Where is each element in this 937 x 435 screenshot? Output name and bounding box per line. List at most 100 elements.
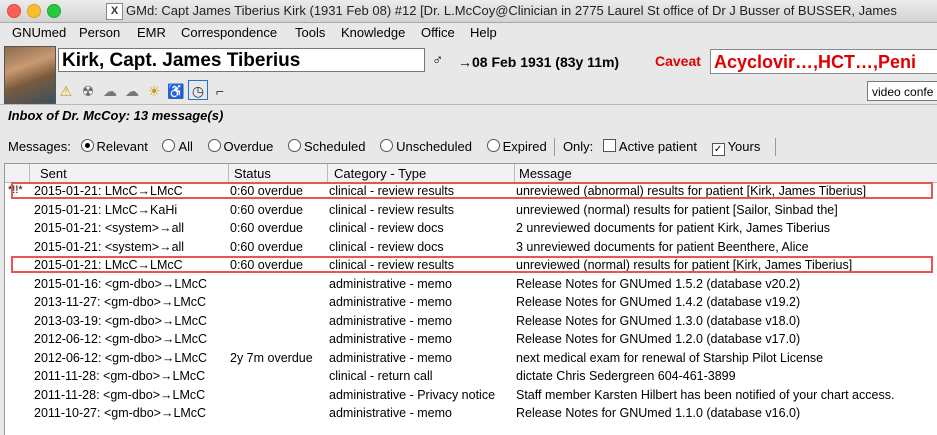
checkbox-icon[interactable] xyxy=(602,139,616,152)
menu-emr[interactable]: EMR xyxy=(137,25,166,40)
filter-overdue[interactable]: Overdue xyxy=(207,139,273,154)
column-category[interactable]: Category - Type xyxy=(334,166,426,181)
category-cell: clinical - review docs xyxy=(329,239,444,254)
zoom-window-button[interactable] xyxy=(47,4,61,18)
patient-status-icons: ⚠ ☢ ☁ ☁ ☀ ♿ ◷ ⌐ xyxy=(56,80,232,100)
message-cell: Staff member Karsten Hilbert has been no… xyxy=(516,387,895,402)
filter-scheduled[interactable]: Scheduled xyxy=(288,139,365,154)
filter-unscheduled[interactable]: Unscheduled xyxy=(380,139,472,154)
message-cell: next medical exam for renewal of Starshi… xyxy=(516,350,824,365)
menu-gnumed[interactable]: GNUmed xyxy=(12,25,66,40)
close-window-button[interactable] xyxy=(7,4,21,18)
status-cell: 0:60 overdue xyxy=(230,202,303,217)
patient-dob: →08 Feb 1931 (83y 11m) xyxy=(458,54,620,70)
column-divider xyxy=(327,164,328,182)
radio-icon[interactable] xyxy=(486,139,500,152)
message-cell: Release Notes for GNUmed 1.2.0 (database… xyxy=(516,332,801,346)
sent-cell: 2011-10-27: <gm-dbo>→LMcC xyxy=(34,406,207,420)
table-row[interactable]: 2013-11-27: <gm-dbo>→LMcC administrative … xyxy=(5,294,937,312)
menu-knowledge[interactable]: Knowledge xyxy=(341,25,405,40)
column-status[interactable]: Status xyxy=(234,166,271,181)
message-cell: 3 unreviewed documents for patient Beent… xyxy=(516,239,809,254)
radio-icon[interactable] xyxy=(207,139,221,152)
divider xyxy=(554,138,556,156)
category-cell: clinical - review docs xyxy=(329,221,444,235)
wheelchair-icon[interactable]: ♿ xyxy=(166,81,186,101)
radio-icon[interactable] xyxy=(380,139,394,152)
table-header: Sent Status Category - Type Message xyxy=(5,164,937,183)
column-divider xyxy=(228,164,229,182)
table-row[interactable]: 2011-10-27: <gm-dbo>→LMcC administrative … xyxy=(5,405,937,423)
table-row[interactable]: 2015-01-21: <system>→all 0:60 overdue clin… xyxy=(5,239,937,257)
message-list[interactable]: Sent Status Category - Type Message *!!*… xyxy=(4,163,937,435)
table-row[interactable]: 2011-11-28: <gm-dbo>→LMcC clinical - retu… xyxy=(5,368,937,386)
category-cell: administrative - memo xyxy=(329,313,452,328)
caveat-field[interactable]: Acyclovir…,HCT…,Peni xyxy=(710,49,937,74)
menu-tools[interactable]: Tools xyxy=(295,25,325,40)
menu-help[interactable]: Help xyxy=(470,25,497,40)
table-row[interactable]: 2015-01-21: LMcC→KaHi 0:60 overdue clinica… xyxy=(5,202,937,220)
clock-icon[interactable]: ◷ xyxy=(188,80,208,100)
category-cell: clinical - review results xyxy=(329,202,455,217)
sent-cell: 2012-06-12: <gm-dbo>→LMcC xyxy=(34,332,208,346)
separator xyxy=(0,104,937,105)
yours-label: Yours xyxy=(727,139,761,154)
table-row[interactable]: 2013-03-19: <gm-dbo>→LMcC administrative … xyxy=(5,313,937,331)
message-cell: dictate Chris Sedergreen 604-461-3899 xyxy=(516,369,736,383)
only-yours[interactable]: ✓ Yours xyxy=(711,139,761,156)
smoking-icon[interactable]: ☁ xyxy=(100,81,120,101)
minimize-window-button[interactable] xyxy=(27,4,41,18)
sent-cell: 2012-06-12: <gm-dbo>→LMcC xyxy=(34,350,208,365)
table-row[interactable]: 2011-11-28: <gm-dbo>→LMcC administrative … xyxy=(5,387,937,405)
sent-cell: 2013-03-19: <gm-dbo>→LMcC xyxy=(34,313,208,328)
filter-expired-label: Expired xyxy=(502,139,547,154)
radio-icon[interactable] xyxy=(80,139,94,152)
message-cell: Release Notes for GNUmed 1.5.2 (database… xyxy=(516,276,801,291)
menu-person[interactable]: Person xyxy=(79,25,120,40)
category-cell: clinical - return call xyxy=(329,369,433,383)
checkbox-checked-icon[interactable]: ✓ xyxy=(711,143,725,156)
divider xyxy=(774,138,776,156)
column-message[interactable]: Message xyxy=(519,166,572,181)
pipe-icon[interactable]: ⌐ xyxy=(210,81,230,101)
sent-cell: 2015-01-21: LMcC→KaHi xyxy=(34,202,178,217)
active-patient-label: Active patient xyxy=(618,139,697,154)
column-divider xyxy=(29,164,30,182)
warning-icon[interactable]: ⚠ xyxy=(56,81,76,101)
filter-unscheduled-label: Unscheduled xyxy=(396,139,472,154)
video-conference-button[interactable]: video confe xyxy=(867,81,937,101)
table-row[interactable]: 2015-01-21: <system>→all 0:60 overdue clin… xyxy=(5,220,937,238)
category-cell: administrative - memo xyxy=(329,350,452,365)
message-cell: unreviewed (normal) results for patient … xyxy=(516,202,838,217)
cloud-icon[interactable]: ☁ xyxy=(122,81,142,101)
status-cell: 0:60 overdue xyxy=(230,239,303,254)
weather-icon[interactable]: ☀ xyxy=(144,81,164,101)
message-cell: Release Notes for GNUmed 1.4.2 (database… xyxy=(516,295,801,309)
category-cell: administrative - memo xyxy=(329,295,452,309)
patient-name-field[interactable]: Kirk, Capt. James Tiberius xyxy=(58,48,425,72)
radio-icon[interactable] xyxy=(162,139,176,152)
filter-expired[interactable]: Expired xyxy=(486,139,547,154)
filter-all[interactable]: All xyxy=(162,139,193,154)
filter-relevant[interactable]: Relevant xyxy=(80,139,148,154)
sent-cell: 2013-11-27: <gm-dbo>→LMcC xyxy=(34,295,207,309)
table-row[interactable]: 2015-01-16: <gm-dbo>→LMcC administrative … xyxy=(5,276,937,294)
message-cell: 2 unreviewed documents for patient Kirk,… xyxy=(516,221,831,235)
category-cell: administrative - memo xyxy=(329,276,452,291)
gender-symbol: ♂ xyxy=(432,52,444,69)
filter-relevant-label: Relevant xyxy=(96,139,148,154)
menu-correspondence[interactable]: Correspondence xyxy=(181,25,277,40)
column-sent[interactable]: Sent xyxy=(40,166,67,181)
inbox-title: Inbox of Dr. McCoy: 13 message(s) xyxy=(8,108,224,123)
table-row[interactable]: 2012-06-12: <gm-dbo>→LMcC 2y 7m overdue ad… xyxy=(5,350,937,368)
radio-icon[interactable] xyxy=(288,139,302,152)
only-active-patient[interactable]: Active patient xyxy=(602,139,697,154)
table-row[interactable]: 2012-06-12: <gm-dbo>→LMcC administrative … xyxy=(5,331,937,349)
patient-photo[interactable] xyxy=(4,46,56,104)
sent-cell: 2011-11-28: <gm-dbo>→LMcC xyxy=(34,369,206,383)
menu-office[interactable]: Office xyxy=(421,25,455,40)
window-title: GMd: Capt James Tiberius Kirk (1931 Feb … xyxy=(126,3,897,18)
highlight-box xyxy=(11,182,933,199)
filter-scheduled-label: Scheduled xyxy=(304,139,366,154)
allergy-icon[interactable]: ☢ xyxy=(78,81,98,101)
